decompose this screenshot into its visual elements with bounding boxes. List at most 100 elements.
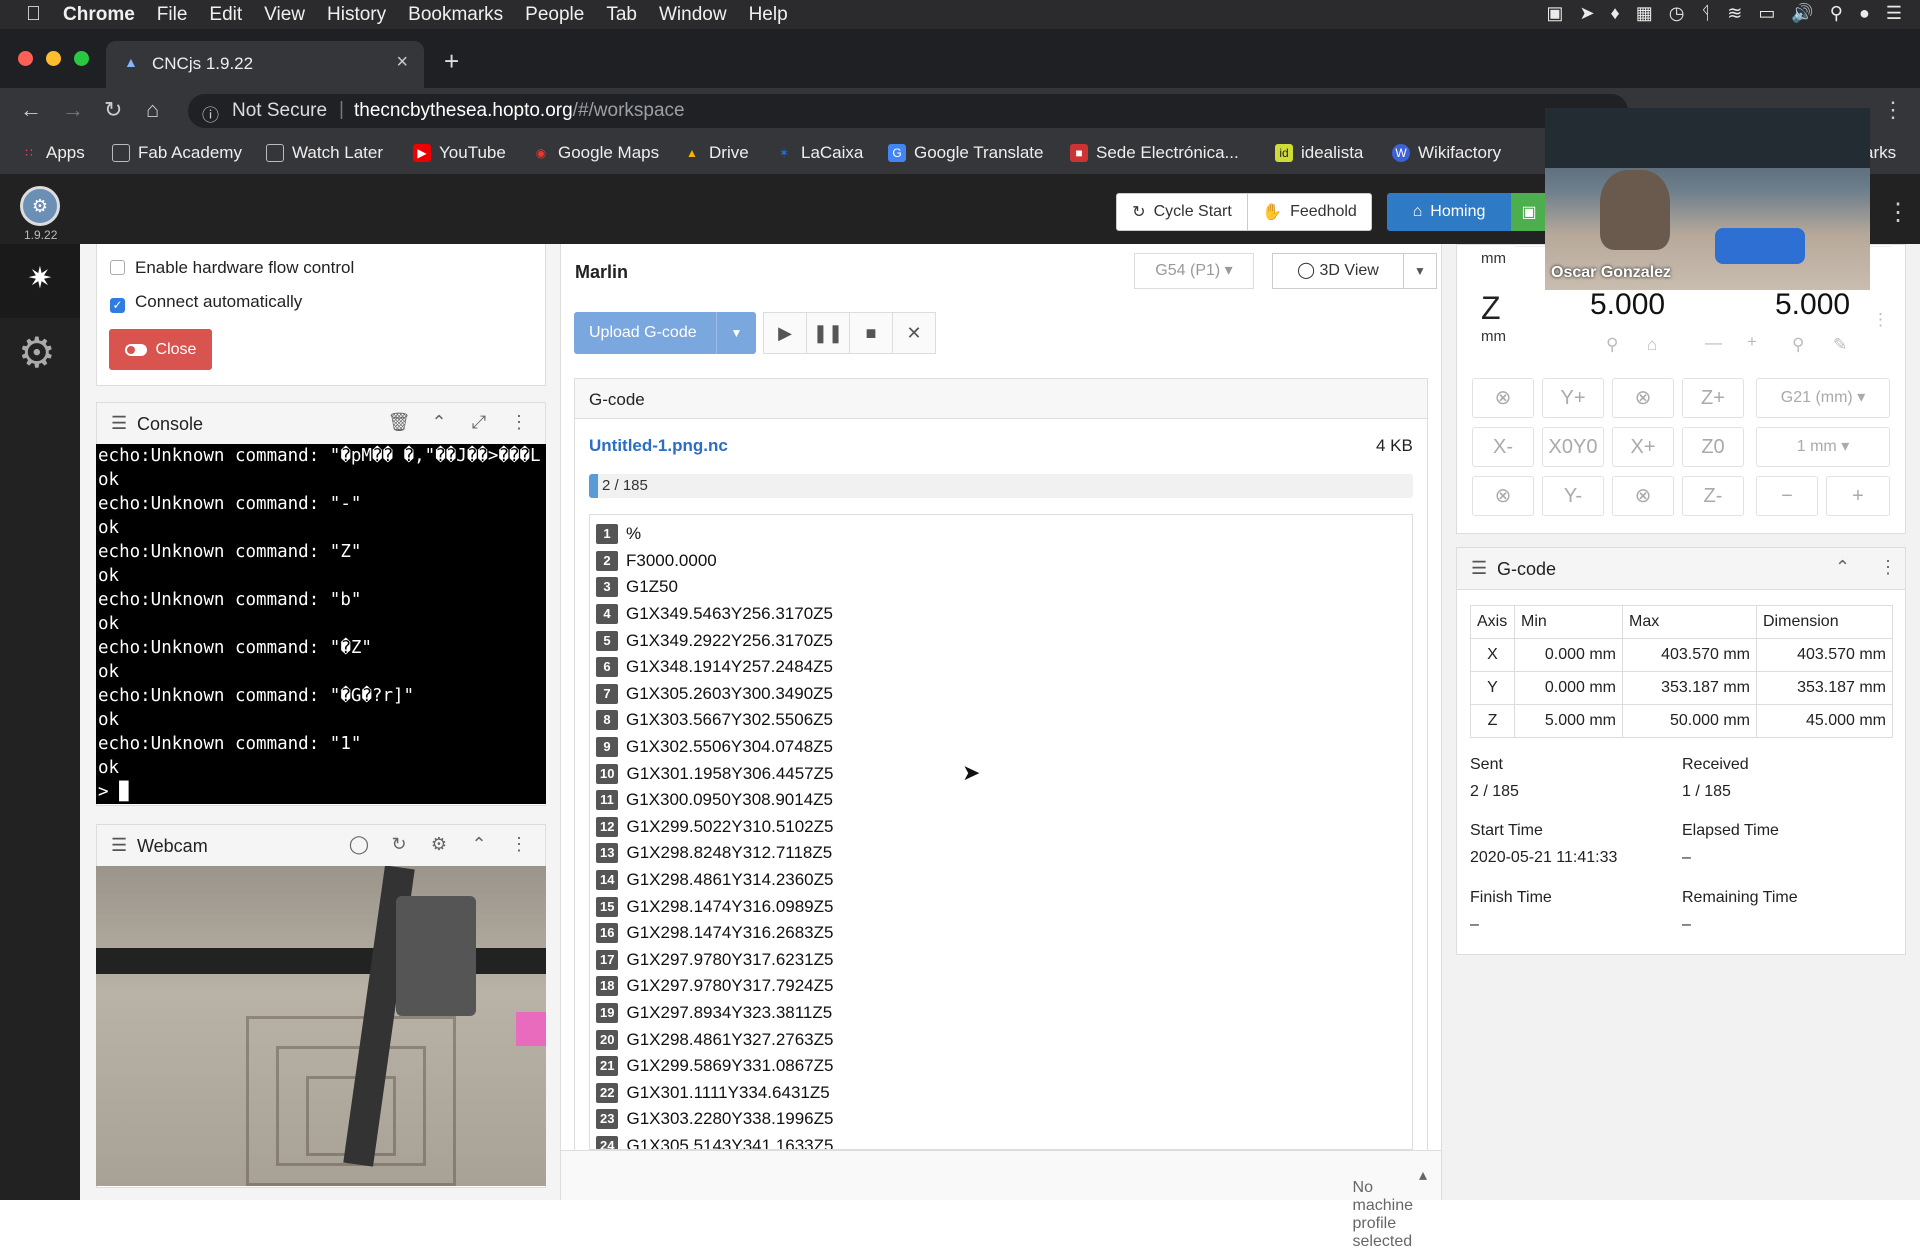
homing-button[interactable]: ⌂ Homing <box>1387 193 1511 231</box>
collapse-icon[interactable]: ⌃ <box>459 834 499 855</box>
gcode-lines-list[interactable]: 1% 2 F3000.0000 3 G1Z50 4 G1X349.5463Y256.3170… <box>589 514 1413 1150</box>
bookmark-apps[interactable]: ∷ Apps <box>20 143 85 163</box>
window-close-icon[interactable] <box>18 51 33 66</box>
window-minimize-icon[interactable] <box>46 51 61 66</box>
menu-bookmarks[interactable]: Bookmarks <box>408 4 503 26</box>
jog-x-minus-button[interactable]: X- <box>1472 427 1534 467</box>
units-dropdown[interactable]: G21 (mm) ▾ <box>1756 378 1890 418</box>
apple-icon[interactable]:  <box>26 3 41 26</box>
jog-xy-diagonal-button[interactable]: ⊗ <box>1612 378 1674 418</box>
window-zoom-icon[interactable] <box>74 51 89 66</box>
jog-z-plus-button[interactable]: Z+ <box>1682 378 1744 418</box>
more-icon[interactable]: ⋮ <box>1879 557 1897 578</box>
jog-z-minus-button[interactable]: Z- <box>1682 476 1744 516</box>
telegram-icon[interactable]: ➤ <box>1579 3 1594 24</box>
menu-help[interactable]: Help <box>749 4 788 26</box>
back-icon[interactable]: ← <box>20 97 42 123</box>
video-call-overlay[interactable]: Oscar Gonzalez <box>1545 108 1870 290</box>
drag-handle-icon[interactable]: ☰ <box>111 835 127 856</box>
increase-step-button[interactable]: + <box>1826 476 1890 516</box>
jog-xy-diagonal-button[interactable]: ⊗ <box>1472 476 1534 516</box>
cycle-start-button[interactable]: ↻ Cycle Start <box>1116 193 1248 231</box>
bookmark-drive[interactable]: ▲ Drive <box>683 143 749 163</box>
bookmark-google-maps[interactable]: ◉ Google Maps <box>532 143 659 163</box>
home-icon[interactable]: ⌂ <box>146 97 159 123</box>
time-machine-icon[interactable]: ◷ <box>1669 3 1685 24</box>
bookmark-youtube[interactable]: ▶ YouTube <box>413 143 506 163</box>
pin-icon[interactable]: ⚲ <box>1792 335 1804 355</box>
pin-icon[interactable]: ⚲ <box>1606 335 1618 355</box>
3d-view-button[interactable]: ◯ 3D View <box>1272 253 1404 289</box>
go-to-x0y0-button[interactable]: X0Y0 <box>1542 427 1604 467</box>
tab-close-icon[interactable]: × <box>396 51 408 74</box>
menu-tab[interactable]: Tab <box>606 4 637 26</box>
stop-button[interactable]: ■ <box>849 312 893 354</box>
forward-icon[interactable]: → <box>62 97 84 123</box>
machine-profile-status[interactable]: No machine profile selected ▴ <box>1353 1165 1427 1250</box>
menu-people[interactable]: People <box>525 4 584 26</box>
run-button[interactable]: ▶ <box>763 312 807 354</box>
jog-y-minus-button[interactable]: Y- <box>1542 476 1604 516</box>
settings-icon[interactable]: ⚙ <box>419 834 459 855</box>
connect-automatically-checkbox[interactable]: ✓ Connect automatically <box>110 292 302 313</box>
more-icon[interactable]: ⋮ <box>499 412 539 433</box>
new-tab-icon[interactable]: + <box>444 46 459 77</box>
menu-view[interactable]: View <box>264 4 305 26</box>
pause-button[interactable]: ❚❚ <box>806 312 850 354</box>
header-more-icon[interactable]: ⋮ <box>1886 198 1910 227</box>
hardware-flow-control-checkbox[interactable]: Enable hardware flow control <box>110 258 354 278</box>
reload-icon[interactable]: ↻ <box>104 97 122 123</box>
bookmark-idealista[interactable]: id idealista <box>1275 143 1363 163</box>
z-work-position[interactable]: 5.000 <box>1775 288 1850 322</box>
menu-app-name[interactable]: Chrome <box>63 4 135 26</box>
upload-dropdown-caret[interactable]: ▼ <box>716 312 756 354</box>
settings-gear-icon[interactable]: ⚙ <box>18 328 56 377</box>
drag-handle-icon[interactable]: ☰ <box>1471 558 1487 579</box>
toggle-icon[interactable]: ◯ <box>339 834 379 855</box>
evernote-icon[interactable]: ♦ <box>1611 3 1620 24</box>
video-icon[interactable]: ▣ <box>1546 3 1563 24</box>
plus-icon[interactable]: + <box>1747 332 1757 352</box>
spotlight-icon[interactable]: ⚲ <box>1830 3 1843 24</box>
bookmark-sede-electronica[interactable]: ■ Sede Electrónica... <box>1070 143 1239 163</box>
refresh-icon[interactable]: ↻ <box>379 834 419 855</box>
upload-gcode-button[interactable]: Upload G-code ▼ <box>574 312 756 354</box>
more-icon[interactable]: ⋮ <box>1872 310 1889 330</box>
more-icon[interactable]: ⋮ <box>499 834 539 855</box>
feedhold-button[interactable]: ✋ Feedhold <box>1248 193 1372 231</box>
decrease-step-button[interactable]: − <box>1756 476 1818 516</box>
jog-xy-diagonal-button[interactable]: ⊗ <box>1472 378 1534 418</box>
chrome-menu-icon[interactable]: ⋮ <box>1882 97 1904 123</box>
jog-xy-diagonal-button[interactable]: ⊗ <box>1612 476 1674 516</box>
step-distance-dropdown[interactable]: 1 mm ▾ <box>1756 427 1890 467</box>
cncjs-logo[interactable]: ⚙ <box>20 186 60 226</box>
edit-icon[interactable]: ✎ <box>1833 335 1847 355</box>
menu-history[interactable]: History <box>327 4 386 26</box>
collapse-icon[interactable]: ⌃ <box>1835 557 1850 578</box>
close-file-button[interactable]: ✕ <box>892 312 936 354</box>
console-terminal[interactable]: echo:Unknown command: "�pM�� �,"��J��>��… <box>96 444 546 804</box>
jog-x-plus-button[interactable]: X+ <box>1612 427 1674 467</box>
jog-y-plus-button[interactable]: Y+ <box>1542 378 1604 418</box>
collapse-icon[interactable]: ⌃ <box>419 412 459 433</box>
browser-tab[interactable]: ▲ CNCjs 1.9.22 × <box>106 41 424 89</box>
bookmark-watch-later[interactable]: Watch Later <box>266 143 383 163</box>
fullscreen-icon[interactable]: ⤢ <box>459 412 499 433</box>
notification-center-icon[interactable]: ☰ <box>1886 3 1902 24</box>
go-to-z0-button[interactable]: Z0 <box>1682 427 1744 467</box>
menu-file[interactable]: File <box>157 4 188 26</box>
view-dropdown-caret[interactable]: ▼ <box>1403 253 1437 289</box>
menu-edit[interactable]: Edit <box>209 4 242 26</box>
bookmark-lacaixa[interactable]: ✶ LaCaixa <box>775 143 863 163</box>
siri-icon[interactable]: ● <box>1859 3 1870 24</box>
bookmark-wikifactory[interactable]: W Wikifactory <box>1392 143 1501 163</box>
sleep-button[interactable]: ▣ <box>1511 193 1547 231</box>
drag-handle-icon[interactable]: ☰ <box>111 413 127 434</box>
address-bar[interactable]: ⓘ Not Secure | thecncbythesea.hopto.org/… <box>188 94 1628 128</box>
bookmark-google-translate[interactable]: G Google Translate <box>888 143 1043 163</box>
bluetooth-icon[interactable]: ᛩ <box>1700 3 1711 24</box>
wifi-icon[interactable]: ≋ <box>1727 3 1742 24</box>
info-icon[interactable]: ⓘ <box>202 101 219 126</box>
bookmark-fab-academy[interactable]: Fab Academy <box>112 143 242 163</box>
wcs-dropdown[interactable]: G54 (P1) ▾ <box>1134 253 1254 289</box>
